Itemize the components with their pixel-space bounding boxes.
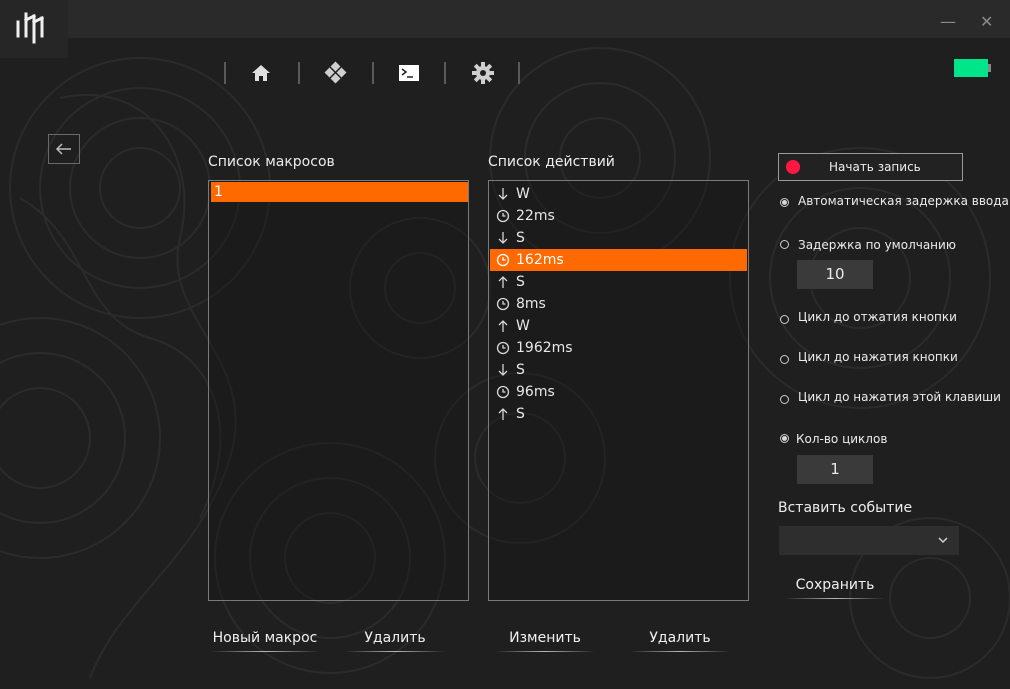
nav-separator	[444, 62, 446, 84]
home-icon[interactable]	[248, 60, 274, 86]
new-macro-label: Новый макрос	[212, 630, 318, 646]
record-dot-icon	[786, 160, 800, 174]
action-list-item[interactable]: 162ms	[490, 249, 747, 271]
start-recording-label: Начать запись	[829, 160, 921, 174]
save-button-label: Сохранить	[795, 577, 875, 593]
insert-event-select[interactable]	[779, 526, 959, 555]
cycle-count-input[interactable]: 1	[797, 455, 873, 484]
delete-macro-button[interactable]: Удалить	[345, 630, 445, 652]
logo	[0, 0, 68, 58]
delete-action-underline	[630, 651, 730, 652]
macro-list[interactable]: 1	[208, 180, 469, 601]
arrow-left-icon	[55, 143, 71, 155]
action-text: 8ms	[516, 296, 546, 312]
clock-icon	[493, 297, 513, 311]
action-text: S	[516, 406, 525, 422]
chevron-down-icon	[938, 537, 948, 544]
loop-release-label: Цикл до отжатия кнопки	[798, 310, 957, 324]
insert-event-label: Вставить событие	[778, 500, 913, 516]
action-text: 22ms	[516, 208, 555, 224]
edit-action-underline	[495, 651, 595, 652]
arrow-down-icon	[493, 187, 513, 201]
arrow-down-icon	[493, 231, 513, 245]
edit-action-label: Изменить	[509, 630, 581, 646]
action-list-item[interactable]: S	[490, 227, 747, 249]
diamond-icon[interactable]	[323, 60, 349, 86]
nav-separator	[298, 62, 300, 84]
action-text: W	[516, 318, 530, 334]
arrow-up-icon	[493, 319, 513, 333]
clock-icon	[493, 253, 513, 267]
start-recording-button[interactable]: Начать запись	[778, 153, 963, 181]
back-button[interactable]	[48, 134, 80, 164]
clock-icon	[493, 385, 513, 399]
action-text: 1962ms	[516, 340, 573, 356]
arrow-down-icon	[493, 363, 513, 377]
save-button[interactable]: Сохранить	[785, 577, 885, 599]
delete-macro-label: Удалить	[364, 630, 426, 646]
auto-delay-label: Автоматическая задержка ввода	[798, 194, 1009, 208]
action-text: S	[516, 230, 525, 246]
minimize-button[interactable]: —	[940, 14, 956, 30]
action-list-item[interactable]: 96ms	[490, 381, 747, 403]
gear-icon[interactable]	[470, 60, 496, 86]
action-list-item[interactable]: S	[490, 359, 747, 381]
nav-separator	[372, 62, 374, 84]
loop-this-key-label: Цикл до нажатия этой клавиши	[798, 390, 1001, 404]
default-delay-input[interactable]: 10	[797, 260, 873, 289]
delete-macro-underline	[345, 651, 445, 652]
clock-icon	[493, 209, 513, 223]
title-bar	[0, 0, 1010, 38]
delete-action-label: Удалить	[649, 630, 711, 646]
action-list-item[interactable]: S	[490, 403, 747, 425]
terminal-icon[interactable]	[396, 60, 422, 86]
action-list-item[interactable]: W	[490, 183, 747, 205]
action-list-item[interactable]: 1962ms	[490, 337, 747, 359]
action-list[interactable]: W 22ms S 162ms S 8ms W 1962ms S 96ms S	[488, 180, 749, 601]
action-text: S	[516, 274, 525, 290]
macro-list-item[interactable]: 1	[211, 182, 468, 202]
save-button-underline	[785, 598, 885, 599]
action-text: 96ms	[516, 384, 555, 400]
arrow-up-icon	[493, 407, 513, 421]
loop-this-key-radio[interactable]	[780, 395, 789, 404]
action-list-item[interactable]: S	[490, 271, 747, 293]
clock-icon	[493, 341, 513, 355]
edit-action-button[interactable]: Изменить	[495, 630, 595, 652]
loop-press-radio[interactable]	[780, 355, 789, 364]
loop-press-label: Цикл до нажатия кнопки	[798, 350, 958, 364]
nav-separator	[224, 62, 226, 84]
auto-delay-radio[interactable]	[780, 198, 789, 207]
new-macro-underline	[210, 651, 320, 652]
action-text: S	[516, 362, 525, 378]
new-macro-button[interactable]: Новый макрос	[210, 630, 320, 652]
nav-separator	[518, 62, 520, 84]
close-button[interactable]: ✕	[980, 14, 993, 30]
cycle-count-label: Кол-во циклов	[796, 432, 888, 446]
loop-release-radio[interactable]	[780, 315, 789, 324]
action-text: W	[516, 186, 530, 202]
action-list-item[interactable]: 8ms	[490, 293, 747, 315]
action-text: 162ms	[516, 252, 564, 268]
default-delay-label: Задержка по умолчанию	[798, 238, 956, 252]
arrow-up-icon	[493, 275, 513, 289]
action-list-item[interactable]: 22ms	[490, 205, 747, 227]
action-list-item[interactable]: W	[490, 315, 747, 337]
battery-icon	[954, 59, 992, 77]
delete-action-button[interactable]: Удалить	[630, 630, 730, 652]
cycle-count-radio[interactable]	[780, 434, 789, 443]
action-list-title: Список действий	[488, 154, 615, 170]
default-delay-radio[interactable]	[780, 240, 789, 249]
macro-list-title: Список макросов	[208, 154, 335, 170]
